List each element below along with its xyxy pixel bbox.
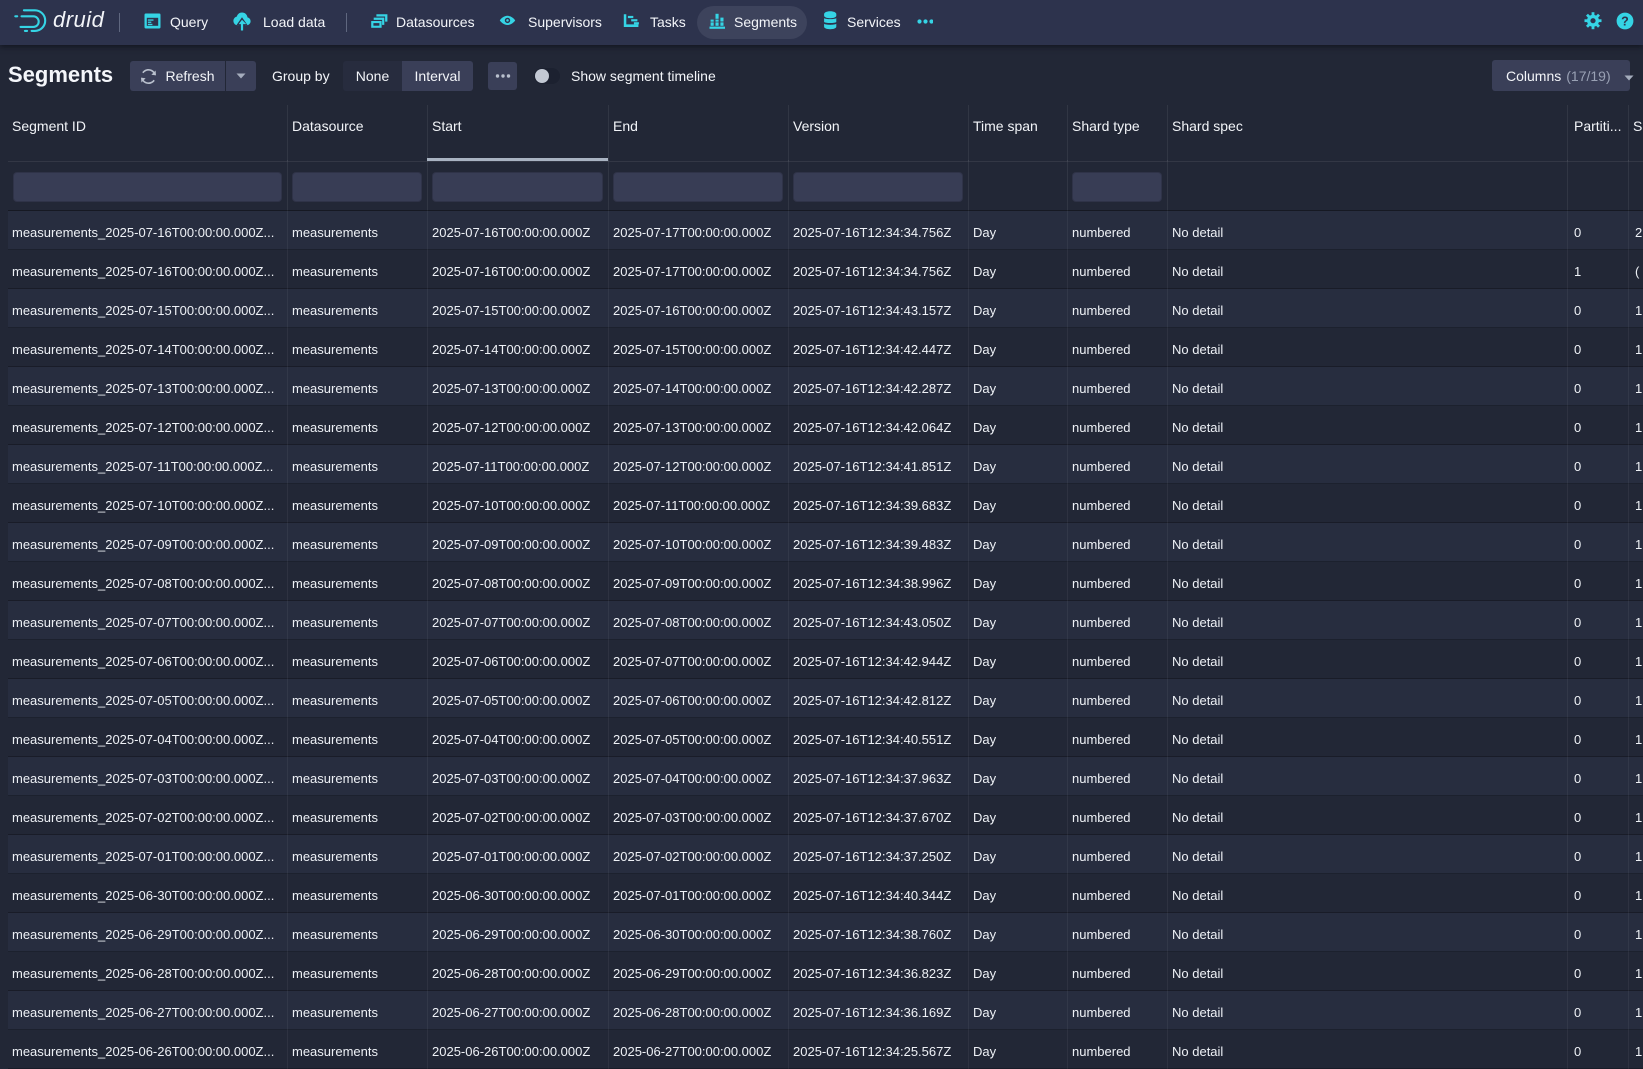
- svg-text:?: ?: [1621, 14, 1629, 28]
